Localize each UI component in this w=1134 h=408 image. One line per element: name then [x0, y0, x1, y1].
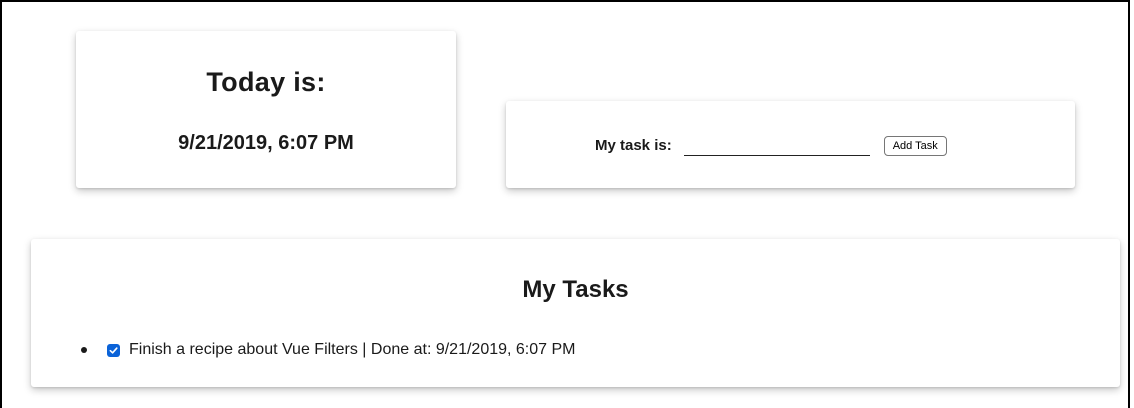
date-card: Today is: 9/21/2019, 6:07 PM	[76, 31, 456, 188]
task-form: My task is: Add Task	[595, 135, 947, 156]
task-list: Finish a recipe about Vue Filters | Done…	[81, 339, 575, 361]
task-list-title: My Tasks	[522, 276, 629, 303]
task-list-card: My Tasks Finish a recipe about Vue Filte…	[31, 239, 1120, 387]
task-text: Finish a recipe about Vue Filters | Done…	[129, 341, 576, 358]
task-input[interactable]	[683, 135, 870, 156]
checkmark-icon	[109, 346, 118, 354]
current-date: 9/21/2019, 6:07 PM	[178, 132, 354, 154]
bullet-icon	[81, 347, 87, 353]
date-card-title: Today is:	[206, 67, 326, 97]
task-input-label: My task is:	[595, 137, 672, 154]
add-task-button[interactable]: Add Task	[883, 135, 947, 156]
task-input-card: My task is: Add Task	[506, 101, 1075, 188]
task-checkbox[interactable]	[107, 343, 120, 357]
list-item: Finish a recipe about Vue Filters | Done…	[81, 339, 575, 361]
